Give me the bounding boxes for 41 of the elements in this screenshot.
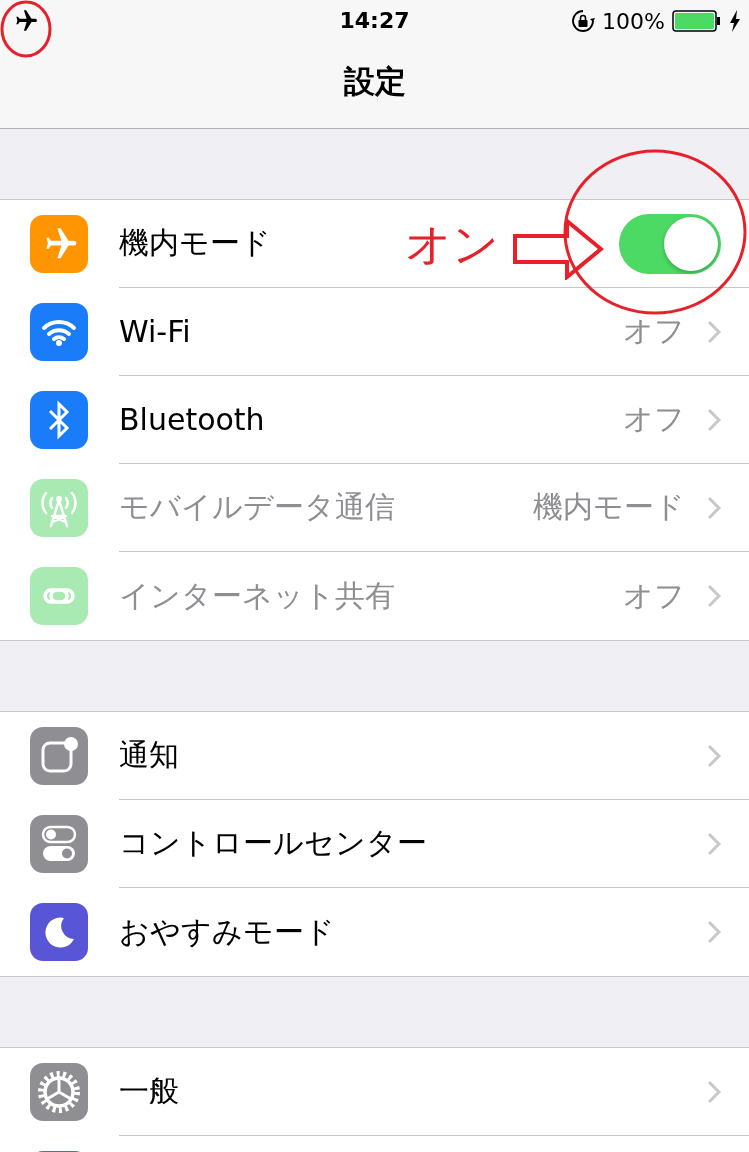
chevron-icon [707,407,721,432]
settings-row[interactable]: 通知 [0,712,749,800]
setting-label: 機内モード [119,224,271,262]
setting-label: 一般 [119,1072,179,1110]
settings-row[interactable]: Wi-Fi オフ [0,288,749,376]
chevron-icon [707,743,721,768]
rotation-lock-icon [571,9,596,33]
bluetooth-icon [47,400,71,440]
chevron-icon [707,319,721,344]
annotation-circle [0,0,54,58]
chevron-icon [707,495,721,520]
clock-time: 14:27 [338,8,411,33]
setting-label: Wi-Fi [119,314,191,349]
setting-value: 機内モード [533,488,685,526]
settings-row[interactable]: 一般 [0,1048,749,1136]
annotation-text: オン [405,216,499,273]
chevron-icon [707,1079,721,1104]
battery-percentage: 100% [602,8,665,34]
moon-icon [42,915,76,949]
setting-label: コントロールセンター [119,824,427,862]
setting-label: モバイルデータ通信 [119,488,395,526]
switches-icon [41,824,77,864]
settings-row[interactable]: コントロールセンター [0,800,749,888]
notification-icon [39,736,79,776]
setting-value: オフ [623,576,685,615]
setting-label: インターネット共有 [119,576,395,615]
chevron-icon [707,831,721,856]
setting-value: オフ [623,400,685,438]
setting-label: 通知 [119,736,179,774]
charging-bolt-icon [729,10,741,32]
setting-value: オフ [623,312,685,350]
screen-title: 設定 [343,62,406,101]
battery-icon [672,10,722,32]
wifi-icon [40,317,78,347]
settings-row[interactable]: Bluetooth オフ [0,376,749,464]
setting-label: おやすみモード [119,912,335,951]
settings-row[interactable]: おやすみモード [0,888,749,976]
chevron-icon [707,584,721,608]
toggle-switch[interactable] [619,213,721,274]
setting-label: Bluetooth [119,402,265,437]
chevron-icon [707,920,721,944]
